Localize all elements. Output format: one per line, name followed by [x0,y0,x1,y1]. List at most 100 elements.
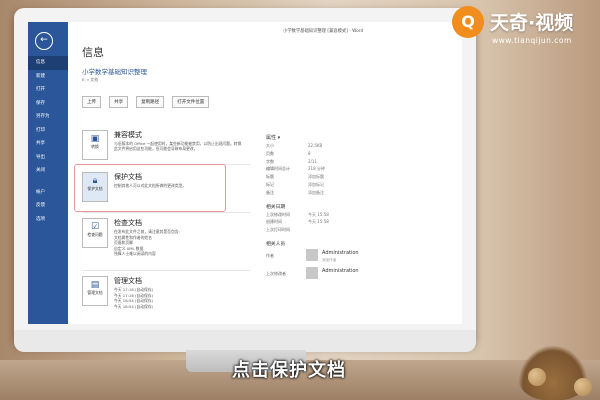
property-row: 备注 添加备注 [266,190,456,198]
author-row: 作者 Administration 添加作者 [266,248,456,267]
protect-document-button[interactable]: 🔒︎ 保护文档 [82,172,108,202]
protect-label: 保护文档 [87,186,103,191]
sidebar-item-info[interactable]: 信息 [28,56,68,70]
property-row: 页数 8 [266,151,456,159]
check-issues-button[interactable]: ☑ 检查问题 [82,218,108,248]
add-tag-field[interactable]: 添加标记 [308,182,324,188]
property-row: 标题 添加标题 [266,174,456,182]
add-author-link[interactable]: 添加作者 [322,258,336,263]
ball-decoration [528,368,546,386]
lock-icon: 🔒︎ [92,176,98,186]
property-key: 备注 [266,189,274,195]
monitor-chin [14,330,476,352]
check-document-icon: ☑ [90,222,100,232]
sidebar-item-open[interactable]: 打开 [28,83,68,97]
avatar [306,248,318,261]
logo-mark-icon: Q [452,6,484,38]
properties-heading[interactable]: 属性 ▾ [266,134,456,141]
autosave-version[interactable]: 今天 16:54 (自动保存) [114,304,153,310]
video-caption: 点击保护文档 [232,360,346,381]
sidebar-item-share[interactable]: 共享 [28,137,68,151]
sidebar-item-new[interactable]: 新建 [28,70,68,84]
inspect-title: 检查文档 [114,219,142,227]
property-key: 编辑时间总计 [266,166,290,172]
backstage-sidebar: ← 信息 新建 打开 保存 另存为 打印 共享 导出 关闭 帐户 反馈 选项 [28,22,68,324]
sidebar-item-print[interactable]: 打印 [28,124,68,138]
open-location-button[interactable]: 打开文件位置 [172,96,210,108]
date-key: 上次修改时间 [266,211,290,217]
sidebar-item-account[interactable]: 帐户 [28,186,68,200]
file-action-buttons: 上传 共享 复制路径 打开文件位置 [82,88,212,108]
dates-heading: 相关日期 [266,204,286,210]
modifier-row: 上次修改者 Administration [266,266,456,285]
compat-title: 兼容模式 [114,131,142,139]
sidebar-item-save-as[interactable]: 另存为 [28,110,68,124]
date-value: 今天 15:58 [308,211,329,217]
date-key: 创建时间 [266,219,282,225]
back-arrow-icon[interactable]: ← [35,32,53,50]
autosave-version[interactable]: 今天 17:18 (自动保存) [114,287,153,293]
properties-panel: 属性 ▾ 大小 22.5KB 页数 8 字数 2/11 编辑时间总计 218 分钟 标题… [266,134,456,285]
word-window: ← 信息 新建 打开 保存 另存为 打印 共享 导出 关闭 帐户 反馈 选项 小… [28,22,462,324]
property-value: 22.5KB [308,143,323,148]
sidebar-item-options[interactable]: 选项 [28,213,68,227]
property-key: 页数 [266,150,274,156]
document-convert-icon: ▣ [90,134,100,144]
check-issues-label: 检查问题 [87,232,103,237]
property-row: 字数 2/11 [266,159,456,167]
convert-button[interactable]: ▣ 转换 [82,130,108,160]
avatar [306,266,318,279]
author-label: 作者 [266,252,274,258]
add-title-field[interactable]: 添加标题 [308,174,324,180]
manage-title: 管理文档 [114,277,142,285]
manage-label: 管理文档 [87,290,103,295]
divider [82,212,250,213]
ball-decoration [574,378,592,396]
property-value: 218 分钟 [308,166,325,172]
sidebar-item-export[interactable]: 导出 [28,151,68,165]
window-title: 小学数学基础知识整理 [兼容模式] - Word [283,29,364,34]
convert-label: 转换 [91,144,99,149]
date-row: 创建时间 今天 15:58 [266,219,456,227]
protect-title: 保护文档 [114,173,142,181]
date-key: 上次打印时间 [266,227,290,233]
property-value: 8 [308,150,311,156]
logo-url: www.tianqijun.com [492,36,572,45]
property-key: 大小 [266,143,274,148]
date-row: 上次打印时间 [266,227,456,235]
sidebar-item-save[interactable]: 保存 [28,97,68,111]
copy-path-button[interactable]: 复制路径 [136,96,165,108]
document-path[interactable]: E: » 文档 [82,77,98,83]
compat-description: 与旧版本的 Office 一起使用时，某些新功能被禁用，以防止出现问题。转换此文… [114,141,242,151]
inspect-desc: 在发布此文件之前，请注意其是否包含: [114,229,180,234]
manage-document-button[interactable]: ▤ 管理文档 [82,276,108,306]
modifier-name[interactable]: Administration [322,268,359,274]
property-key: 字数 [266,158,274,164]
sidebar-item-close[interactable]: 关闭 [28,164,68,178]
date-row: 上次修改时间 今天 15:58 [266,212,456,220]
sidebar-nav: 信息 新建 打开 保存 另存为 打印 共享 导出 关闭 帐户 反馈 选项 [28,56,68,226]
share-button[interactable]: 共享 [109,96,129,108]
upload-button[interactable]: 上传 [82,96,101,108]
page-title: 信息 [82,46,104,59]
property-value: 2/11 [308,158,317,164]
autosave-version[interactable]: 今天 16:54 (自动保存) [114,298,153,304]
inspect-list: 在发布此文件之前，请注意其是否包含: 文档属性和作者的姓名 页眉和页脚 自定义 … [114,229,180,257]
manage-document-icon: ▤ [90,280,100,290]
property-row: 编辑时间总计 218 分钟 [266,166,456,174]
property-key: 标题 [266,174,274,180]
date-value: 今天 15:58 [308,219,329,225]
property-row: 大小 22.5KB [266,143,456,151]
sidebar-item-feedback[interactable]: 反馈 [28,199,68,213]
author-name[interactable]: Administration [322,250,359,256]
property-key: 标记 [266,181,274,187]
property-row: 标记 添加标记 [266,182,456,190]
watermark-logo: Q 天奇·视频 www.tianqijun.com [452,6,597,58]
modifier-label: 上次修改者 [266,270,286,276]
autosave-list: 今天 17:18 (自动保存) 今天 17:16 (自动保存) 今天 16:54… [114,287,153,309]
people-heading: 相关人员 [266,241,286,247]
logo-name: 天奇·视频 [490,12,574,34]
divider [82,270,250,271]
list-item: 残障人士难以阅读的内容 [114,251,156,256]
add-comment-field[interactable]: 添加备注 [308,190,324,196]
